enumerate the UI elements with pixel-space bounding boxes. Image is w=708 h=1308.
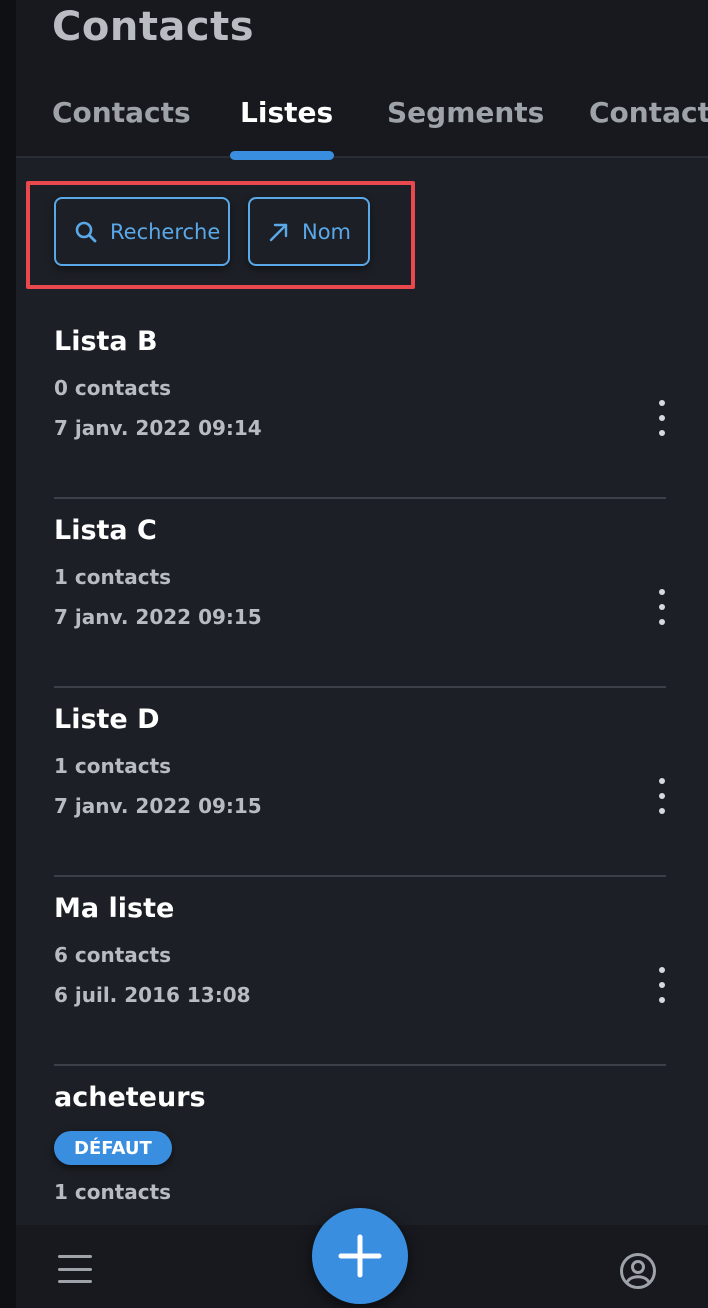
list-name: Liste D [54, 704, 160, 735]
default-status-badge: DÉFAUT [54, 1131, 172, 1165]
more-options-icon[interactable] [654, 967, 670, 1003]
tab-contacts[interactable]: Contacts [52, 96, 191, 129]
list-item[interactable]: Ma liste 6 contacts 6 juil. 2016 13:08 [54, 877, 666, 1066]
search-icon [75, 221, 97, 242]
tab-listes[interactable]: Listes [240, 96, 333, 129]
contact-lists: Lista B 0 contacts 7 janv. 2022 09:14 Li… [16, 310, 708, 1300]
list-name: Ma liste [54, 893, 175, 924]
list-item[interactable]: Lista C 1 contacts 7 janv. 2022 09:15 [54, 499, 666, 688]
list-item[interactable]: Lista B 0 contacts 7 janv. 2022 09:14 [54, 310, 666, 499]
more-options-icon[interactable] [654, 589, 670, 625]
screen-edge [0, 0, 16, 1308]
list-contact-count: 0 contacts [54, 376, 172, 400]
more-options-icon[interactable] [654, 400, 670, 436]
list-date: 7 janv. 2022 09:14 [54, 416, 262, 440]
list-name: acheteurs [54, 1082, 206, 1113]
sort-button-label: Nom [302, 219, 352, 244]
list-contact-count: 1 contacts [54, 754, 172, 778]
more-options-icon[interactable] [654, 778, 670, 814]
app-header: Contacts Contacts Listes Segments Contac… [16, 0, 708, 158]
list-name: Lista C [54, 515, 157, 546]
tab-segments[interactable]: Segments [387, 96, 544, 129]
user-profile-icon[interactable] [619, 1252, 657, 1290]
search-button-label: Recherche [110, 219, 221, 244]
arrow-up-right-icon [269, 223, 288, 241]
list-name: Lista B [54, 326, 158, 357]
list-contact-count: 1 contacts [54, 1180, 172, 1204]
list-item[interactable]: Liste D 1 contacts 7 janv. 2022 09:15 [54, 688, 666, 877]
app-screen: Contacts Contacts Listes Segments Contac… [16, 0, 708, 1308]
search-button[interactable]: Recherche [54, 197, 230, 266]
list-contact-count: 6 contacts [54, 943, 172, 967]
list-date: 7 janv. 2022 09:15 [54, 605, 262, 629]
hamburger-menu-icon[interactable] [58, 1255, 92, 1283]
list-contact-count: 1 contacts [54, 565, 172, 589]
plus-icon [338, 1234, 382, 1278]
list-date: 7 janv. 2022 09:15 [54, 794, 262, 818]
page-title: Contacts [52, 4, 255, 50]
tab-contacts-more[interactable]: Contacts [589, 96, 708, 129]
list-date: 6 juil. 2016 13:08 [54, 983, 251, 1007]
sort-by-name-button[interactable]: Nom [248, 197, 370, 266]
active-tab-indicator [230, 151, 334, 160]
tab-bar: Contacts Listes Segments Contacts [16, 96, 708, 156]
add-list-button[interactable] [312, 1208, 408, 1304]
